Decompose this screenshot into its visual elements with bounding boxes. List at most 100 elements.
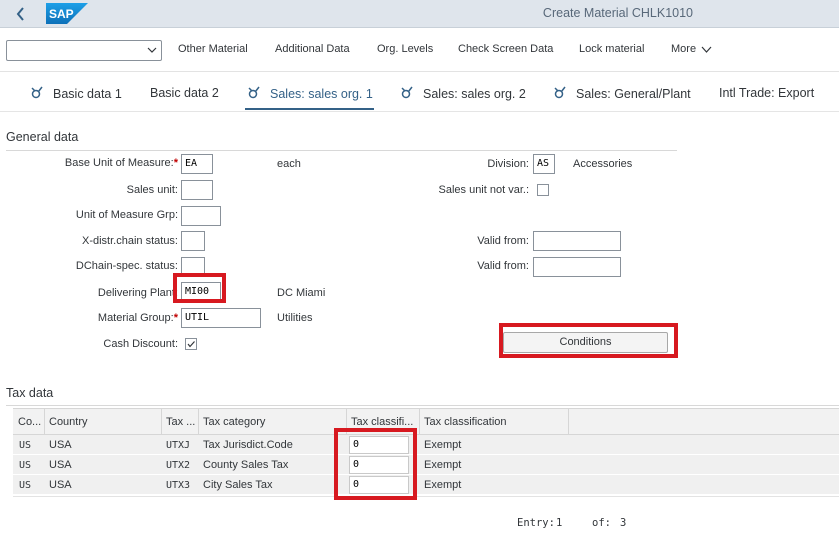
cell-tax-category: Tax Jurisdict.Code [203, 439, 293, 451]
org-levels-button[interactable]: Org. Levels [377, 43, 433, 55]
cell-tax-category: County Sales Tax [203, 459, 289, 471]
glasses-icon [401, 86, 413, 99]
glasses-icon [31, 86, 43, 99]
other-material-button[interactable]: Other Material [178, 43, 248, 55]
table-row[interactable]: US USA UTXJ Tax Jurisdict.Code 0 Exempt [13, 435, 839, 455]
tab-basic-data-1[interactable]: Basic data 1 [30, 86, 122, 101]
valid-from-field-2[interactable] [533, 257, 621, 277]
checkmark-icon [187, 341, 195, 348]
base-uom-label: Base Unit of Measure:* [64, 157, 178, 169]
tab-intl-trade-export[interactable]: Intl Trade: Export [719, 86, 814, 100]
check-screen-data-button[interactable]: Check Screen Data [458, 43, 553, 55]
material-group-label: Material Group:* [97, 312, 178, 324]
sales-unit-label: Sales unit: [126, 184, 178, 196]
valid-from-label-2: Valid from: [477, 260, 529, 272]
cell-co: US [19, 480, 32, 491]
tab-sales-general-plant[interactable]: Sales: General/Plant [553, 86, 691, 101]
cell-co: US [19, 440, 32, 451]
cell-tax-classification: Exempt [424, 439, 462, 451]
entry-value: 1 [556, 517, 563, 529]
of-label: of: [592, 517, 611, 529]
column-header-tax-category[interactable]: Tax category [203, 416, 265, 428]
valid-from-label: Valid from: [477, 235, 529, 247]
column-divider [568, 409, 569, 436]
tax-classif-input[interactable]: 0 [349, 456, 409, 474]
cash-discount-checkbox[interactable] [185, 338, 197, 350]
base-uom-field[interactable]: EA [181, 154, 213, 174]
division-field[interactable]: AS [533, 154, 555, 174]
sales-unit-not-var-checkbox[interactable] [537, 184, 549, 196]
section-divider [6, 405, 839, 406]
more-button[interactable]: More [671, 43, 712, 55]
tab-sales-org-2[interactable]: Sales: sales org. 2 [400, 86, 526, 101]
dchain-spec-status-label: DChain-spec. status: [75, 260, 178, 272]
back-button[interactable] [14, 5, 28, 23]
tax-data-title: Tax data [6, 386, 54, 400]
active-tab-indicator [245, 108, 374, 110]
chevron-down-icon [701, 46, 712, 53]
lock-material-button[interactable]: Lock material [579, 43, 644, 55]
table-header: Co... Country Tax ... Tax category Tax c… [13, 408, 839, 436]
tab-basic-data-2[interactable]: Basic data 2 [150, 86, 219, 100]
tax-table: Co... Country Tax ... Tax category Tax c… [13, 408, 839, 508]
chevron-down-icon [147, 47, 157, 53]
column-header-tax-classification[interactable]: Tax classification [424, 416, 507, 428]
sales-unit-field[interactable] [181, 180, 213, 200]
tax-classif-input[interactable]: 0 [349, 436, 409, 454]
cell-tax-category: City Sales Tax [203, 479, 273, 491]
command-field[interactable] [6, 40, 162, 61]
column-divider [419, 409, 420, 436]
column-header-country[interactable]: Country [49, 416, 88, 428]
uom-group-field[interactable] [181, 206, 221, 226]
glasses-icon [248, 86, 260, 99]
column-header-co[interactable]: Co... [18, 416, 41, 428]
column-divider [161, 409, 162, 436]
cell-country: USA [49, 459, 72, 471]
column-header-tax[interactable]: Tax ... [166, 416, 195, 428]
table-row[interactable]: US USA UTX2 County Sales Tax 0 Exempt [13, 455, 839, 475]
tab-bar: Basic data 1 Basic data 2 Sales: sales o… [0, 72, 839, 112]
cell-tax-classification: Exempt [424, 479, 462, 491]
material-group-desc: Utilities [277, 312, 313, 324]
cell-co: US [19, 460, 32, 471]
column-divider [44, 409, 45, 436]
cell-tax: UTX3 [166, 480, 191, 491]
chevron-left-icon [16, 7, 24, 21]
shell-bar: SAP Create Material CHLK1010 [0, 0, 839, 28]
svg-text:SAP: SAP [49, 7, 74, 21]
cell-tax: UTXJ [166, 440, 191, 451]
delivering-plant-desc: DC Miami [277, 287, 326, 299]
sales-unit-not-var-label: Sales unit not var.: [438, 184, 530, 196]
cell-country: USA [49, 479, 72, 491]
column-divider [198, 409, 199, 436]
general-data-title: General data [6, 130, 79, 144]
tax-classif-input[interactable]: 0 [349, 476, 409, 494]
delivering-plant-label: Delivering Plant: [97, 287, 178, 299]
uom-group-label: Unit of Measure Grp: [75, 209, 178, 221]
toolbar: Other Material Additional Data Org. Leve… [0, 28, 839, 72]
additional-data-button[interactable]: Additional Data [275, 43, 350, 55]
division-desc: Accessories [573, 158, 633, 170]
valid-from-field[interactable] [533, 231, 621, 251]
cell-tax: UTX2 [166, 460, 191, 471]
cash-discount-label: Cash Discount: [103, 338, 178, 350]
app-title: Create Material CHLK1010 [542, 6, 693, 20]
entry-label: Entry: [517, 517, 555, 529]
column-divider [346, 409, 347, 436]
table-row[interactable]: US USA UTX3 City Sales Tax 0 Exempt [13, 475, 839, 495]
sap-logo: SAP [46, 3, 88, 24]
conditions-button[interactable]: Conditions [503, 332, 668, 353]
delivering-plant-field[interactable]: MI00 [181, 282, 221, 302]
xdistr-chain-status-field[interactable] [181, 231, 205, 251]
material-group-field[interactable]: UTIL [181, 308, 261, 328]
tab-sales-org-1[interactable]: Sales: sales org. 1 [247, 86, 373, 101]
cell-tax-classification: Exempt [424, 459, 462, 471]
glasses-icon [554, 86, 566, 99]
base-uom-desc: each [277, 158, 301, 170]
column-header-tax-classif[interactable]: Tax classifi... [351, 416, 413, 428]
section-divider [6, 150, 677, 151]
table-bottom-border [13, 496, 839, 497]
division-label: Division: [487, 158, 529, 170]
dchain-spec-status-field[interactable] [181, 257, 205, 277]
of-value: 3 [620, 517, 627, 529]
